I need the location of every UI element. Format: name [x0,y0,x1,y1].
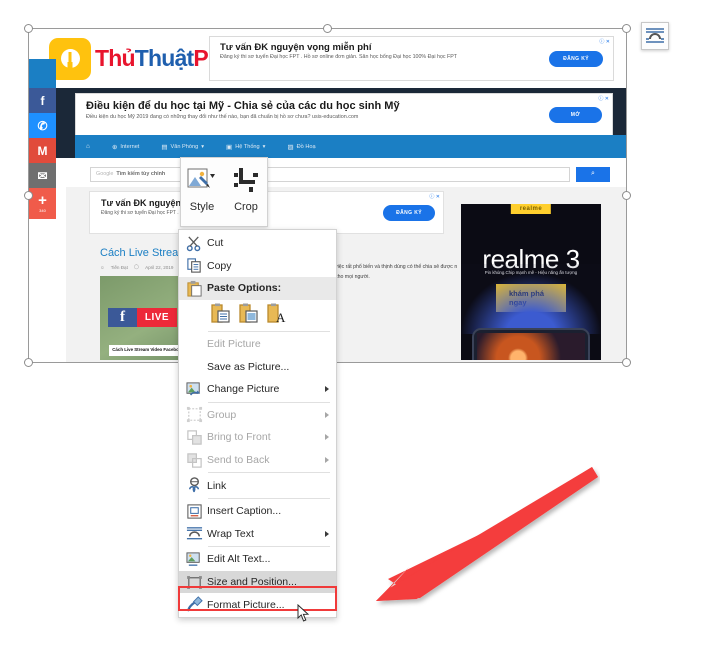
mini-toolbar-style-button[interactable]: Style [183,165,221,213]
change-picture-icon [181,380,207,398]
context-menu-item-edit-picture: Edit Picture [179,333,336,356]
mini-toolbar-button-label: Style [189,201,215,213]
context-menu-item-label: Link [207,479,227,492]
context-menu-item-save-as-picture[interactable]: Save as Picture... [179,355,336,378]
context-menu-item-label: Size and Position... [207,576,297,589]
blank-icon-slot [181,358,207,376]
context-menu-item-label: Copy [207,259,232,272]
context-menu-item-group: Group [179,404,336,427]
format-picture-icon [181,596,207,614]
context-menu-separator [208,330,330,332]
context-menu-item-change-picture[interactable]: Change Picture [179,378,336,401]
size-position-icon [181,573,207,591]
context-menu-item-label: Group [207,408,237,421]
context-menu-item-copy[interactable]: Copy [179,255,336,278]
submenu-arrow-icon [325,386,329,393]
resize-handle-top-center[interactable] [322,24,332,33]
resize-handle-top-left[interactable] [24,24,33,33]
context-menu-item-edit-alt-text[interactable]: Edit Alt Text... [179,548,336,571]
paste-picture-icon[interactable] [239,303,258,327]
context-menu-item-label: Save as Picture... [207,360,290,373]
resize-handle-middle-right[interactable] [622,190,631,200]
svg-text:A: A [276,310,286,324]
group-icon [181,406,207,424]
context-menu-item-link[interactable]: Link [179,474,336,497]
context-menu-separator [208,401,330,403]
layout-options-button[interactable] [641,22,669,50]
context-menu-item-label: Insert Caption... [207,505,282,518]
context-menu-item-label: Change Picture [207,383,280,396]
context-menu-item-label: Edit Alt Text... [207,553,271,566]
mini-toolbar-button-label: Crop [234,201,258,213]
context-menu-item-size-and-position[interactable]: Size and Position... [179,570,336,594]
scissors-icon [181,234,207,252]
context-menu-item-bring-to-front: Bring to Front [179,426,336,449]
copy-icon [181,257,207,275]
submenu-arrow-icon [325,411,329,418]
mouse-cursor [297,603,310,623]
context-menu-item-insert-caption[interactable]: Insert Caption... [179,500,336,523]
context-menu-item-cut[interactable]: Cut [179,232,336,255]
link-icon [181,477,207,495]
resize-handle-bottom-left[interactable] [24,358,33,367]
context-menu-item-label: Format Picture... [207,598,285,611]
mini-toolbar-crop-button[interactable]: Crop [227,165,265,213]
context-menu-item-label: Edit Picture [207,338,261,351]
send-to-back-icon [181,451,207,469]
edit-picture-icon [181,335,207,353]
submenu-arrow-icon [325,457,329,464]
clipboard-icon [181,279,207,297]
insert-caption-icon [181,502,207,520]
context-menu-item-format-picture[interactable]: Format Picture... [179,593,336,616]
document-canvas: ThủThuậtPhầnMềm ⓘ ✕ Tư vấn ĐK nguyện vọn… [0,0,702,649]
context-menu-separator [208,497,330,499]
picture-style-icon [187,165,217,195]
context-menu-paste-option-icons: A [179,300,336,330]
context-menu-item-wrap-text[interactable]: Wrap Text [179,523,336,546]
context-menu-item-label: Cut [207,237,224,250]
submenu-arrow-icon [325,434,329,441]
resize-handle-top-right[interactable] [622,24,631,33]
context-menu-item-label: Send to Back [207,454,270,467]
resize-handle-middle-left[interactable] [24,190,33,200]
context-menu-item-send-to-back: Send to Back [179,449,336,472]
picture-context-menu: Cut Copy Paste Options: A Edit Picture S… [178,229,337,618]
context-menu-paste-options-header: Paste Options: [179,277,336,300]
wrap-text-icon [181,525,207,543]
context-menu-separator [208,546,330,548]
layout-options-icon [645,26,665,46]
picture-mini-toolbar: Style Crop [180,157,268,227]
crop-icon [233,165,259,195]
callout-arrow [330,455,600,620]
edit-alt-text-icon [181,550,207,568]
context-menu-item-label: Paste Options: [207,282,282,295]
submenu-arrow-icon [325,530,329,537]
bring-to-front-icon [181,428,207,446]
paste-keep-source-icon[interactable] [211,303,230,327]
resize-handle-bottom-right[interactable] [622,358,631,367]
paste-text-only-icon[interactable]: A [267,303,286,327]
context-menu-item-label: Bring to Front [207,431,271,444]
context-menu-item-label: Wrap Text [207,527,254,540]
context-menu-separator [208,472,330,474]
